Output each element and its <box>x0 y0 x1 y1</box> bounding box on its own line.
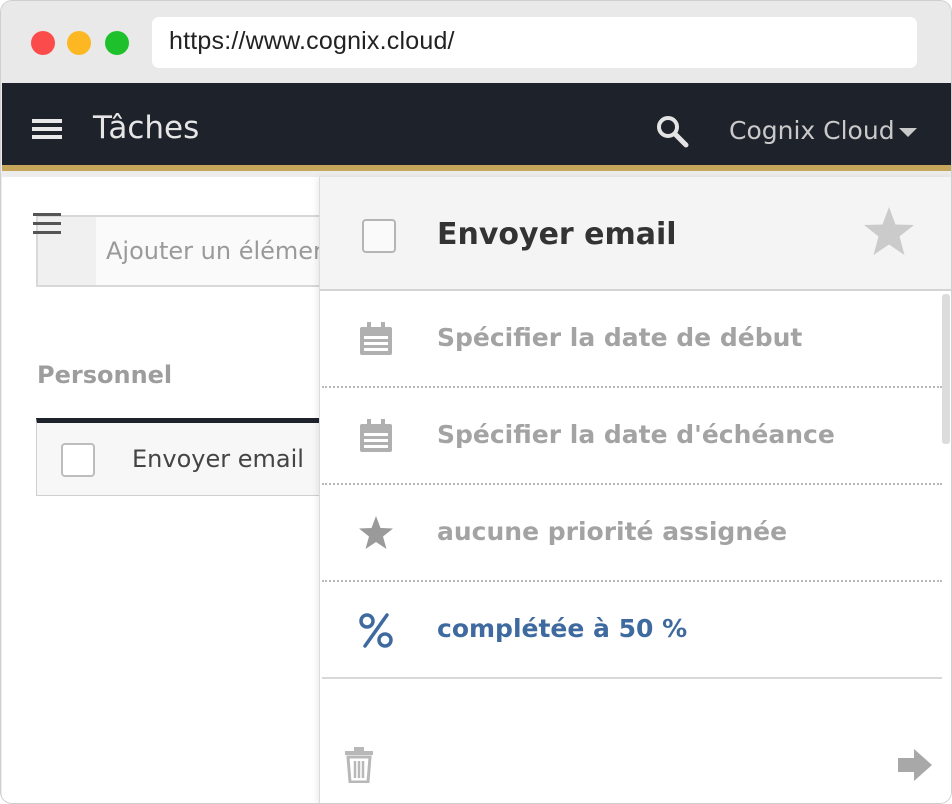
browser-window: https://www.cognix.cloud/ Tâches Cognix … <box>0 0 952 804</box>
task-checkbox[interactable] <box>61 443 95 477</box>
add-item-box <box>36 215 366 287</box>
task-label: Envoyer email <box>132 445 304 473</box>
maximize-window-button[interactable] <box>105 31 129 55</box>
list-heading: Personnel <box>37 361 173 389</box>
arrow-right-icon[interactable] <box>898 749 932 781</box>
search-icon[interactable] <box>655 114 689 148</box>
task-detail-pane: Envoyer email Spécifier la date de début <box>319 177 951 803</box>
progress-label: complétée à 50 % <box>437 614 688 643</box>
minimize-window-button[interactable] <box>67 31 91 55</box>
app-header: Tâches Cognix Cloud <box>2 83 951 171</box>
close-window-button[interactable] <box>31 31 55 55</box>
browser-chrome: https://www.cognix.cloud/ <box>1 1 951 83</box>
list-item[interactable]: Envoyer email <box>36 418 356 496</box>
address-bar[interactable]: https://www.cognix.cloud/ <box>152 17 917 68</box>
start-date-label: Spécifier la date de début <box>437 323 803 352</box>
detail-checkbox[interactable] <box>362 219 396 253</box>
percent-icon <box>359 613 393 648</box>
detail-scrollbar[interactable] <box>942 294 950 444</box>
start-date-field[interactable]: Spécifier la date de début <box>322 291 942 388</box>
star-icon <box>359 516 393 549</box>
star-icon[interactable] <box>862 205 916 259</box>
menu-icon[interactable] <box>32 119 62 141</box>
progress-field[interactable]: complétée à 50 % <box>322 582 942 679</box>
trash-icon[interactable] <box>344 747 374 783</box>
chevron-down-icon[interactable] <box>899 128 917 137</box>
detail-title[interactable]: Envoyer email <box>437 217 677 252</box>
account-menu[interactable]: Cognix Cloud <box>729 116 895 145</box>
priority-label: aucune priorité assignée <box>437 517 788 546</box>
page-title: Tâches <box>93 110 200 146</box>
detail-header: Envoyer email <box>320 177 951 291</box>
due-date-label: Spécifier la date d'échéance <box>437 420 835 449</box>
calendar-icon <box>360 322 392 355</box>
priority-field[interactable]: aucune priorité assignée <box>322 485 942 582</box>
list-menu-icon[interactable] <box>33 213 61 235</box>
calendar-icon <box>360 419 392 452</box>
due-date-field[interactable]: Spécifier la date d'échéance <box>322 388 942 485</box>
